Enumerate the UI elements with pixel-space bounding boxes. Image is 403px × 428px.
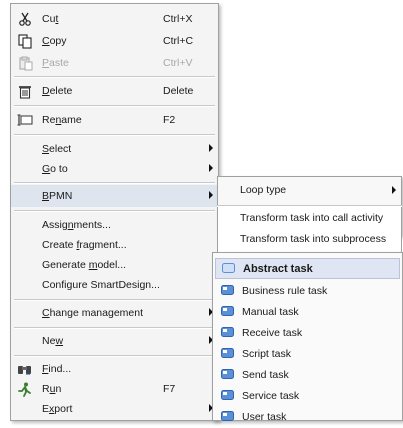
shortcut-label: F2 [163,114,176,126]
paste-icon [17,55,33,71]
menu-separator [14,76,215,78]
menu-separator [14,210,215,212]
shortcut-label: Ctrl+C [163,35,194,47]
menu-item-label: Cut [42,13,59,25]
service-task-icon [221,390,234,400]
menu-separator [14,299,215,301]
menu-item-label: BPMN [42,190,73,202]
submenu-arrow-icon [392,186,396,194]
business-rule-task-icon [221,285,234,295]
menu-item-select[interactable]: Select [11,138,218,160]
find-binoculars-icon: a [17,361,33,377]
menu-item-label: Paste [42,57,69,69]
menu-item-label: Configure SmartDesign... [42,279,160,291]
task-item-receive[interactable]: Receive task [213,323,402,344]
task-item-business-rule[interactable]: Business rule task [213,281,402,302]
task-item-service[interactable]: Service task [213,386,402,407]
menu-separator [14,182,215,184]
menu-item-label: Copy [42,35,67,47]
menu-item-label: Run [42,383,62,395]
menu-item-bpmn[interactable]: BPMN [11,185,218,207]
task-item-label: Script task [242,348,292,360]
shortcut-label: Ctrl+X [163,13,193,25]
menu-item-configure-smartdesign[interactable]: Configure SmartDesign... [11,274,218,296]
menu-item-label: Change management [42,307,143,319]
menu-item-new[interactable]: New [11,330,218,352]
trash-icon [17,83,33,99]
copy-icon [17,33,33,49]
shortcut-label: Delete [163,85,194,97]
script-task-icon [221,348,234,358]
menu-item-generate-model[interactable]: Generate model... [11,254,218,276]
submenu-arrow-icon [209,144,213,152]
menu-separator [14,355,215,357]
submenu-item-transform-call-activity[interactable]: Transform task into call activity [218,208,401,229]
receive-task-icon [221,327,234,337]
task-item-manual[interactable]: Manual task [213,302,402,323]
menu-item-export[interactable]: Export [11,398,218,420]
send-task-icon [221,369,234,379]
bpmn-submenu-transforms: Transform task into call activity Transf… [217,207,402,253]
task-item-abstract[interactable]: Abstract task [215,258,400,279]
task-item-label: User task [242,411,287,423]
submenu-item-label: Transform task into call activity [240,212,384,224]
run-runner-icon [17,381,33,397]
menu-item-change-management[interactable]: Change management [11,302,218,324]
menu-separator [14,134,215,136]
menu-item-create-fragment[interactable]: Create fragment... [11,234,218,256]
task-type-submenu: Abstract task Business rule task Manual … [212,252,403,423]
task-item-send[interactable]: Send task [213,365,402,386]
menu-item-delete[interactable]: Delete Delete [11,80,218,102]
menu-separator [14,105,215,107]
task-item-label: Abstract task [243,263,313,275]
menu-item-label: Select [42,143,72,155]
shortcut-label: F7 [163,383,176,395]
menu-separator [14,327,215,329]
menu-item-paste[interactable]: Paste Ctrl+V [11,52,218,74]
submenu-item-label: Loop type [240,184,287,196]
menu-item-goto[interactable]: Go to [11,158,218,180]
context-menu: Cut Ctrl+X Copy Ctrl+C Paste Ctrl+V Dele… [10,3,219,421]
menu-item-copy[interactable]: Copy Ctrl+C [11,30,218,52]
menu-item-assignments[interactable]: Assignments... [11,214,218,236]
task-item-script[interactable]: Script task [213,344,402,365]
submenu-item-loop-type[interactable]: Loop type [218,180,401,201]
rename-icon [17,112,33,128]
task-item-label: Receive task [242,327,303,339]
menu-item-run[interactable]: Run F7 [11,378,218,400]
task-item-user[interactable]: User task [213,407,402,428]
task-item-label: Send task [242,369,289,381]
task-item-label: Service task [242,390,300,402]
user-task-icon [221,411,234,421]
menu-item-label: Find... [42,363,72,375]
task-item-label: Manual task [242,306,299,318]
menu-item-find[interactable]: a Find... [11,358,218,380]
menu-item-label: Rename [42,114,82,126]
manual-task-icon [221,306,234,316]
svg-text:a: a [26,370,30,376]
scissors-icon [17,11,33,27]
submenu-arrow-icon [209,191,213,199]
menu-item-label: New [42,335,64,347]
menu-item-rename[interactable]: Rename F2 [11,109,218,131]
menu-item-label: Create fragment... [42,239,127,251]
shortcut-label: Ctrl+V [163,57,193,69]
menu-item-label: Assignments... [42,219,111,231]
task-item-label: Business rule task [242,285,328,297]
abstract-task-icon [222,263,235,273]
menu-item-label: Delete [42,85,73,97]
menu-item-label: Export [42,403,73,415]
submenu-item-transform-subprocess[interactable]: Transform task into subprocess [218,229,401,250]
menu-item-label: Generate model... [42,259,127,271]
submenu-item-label: Transform task into subprocess [240,233,387,245]
submenu-arrow-icon [209,164,213,172]
menu-item-cut[interactable]: Cut Ctrl+X [11,8,218,30]
menu-item-label: Go to [42,163,68,175]
